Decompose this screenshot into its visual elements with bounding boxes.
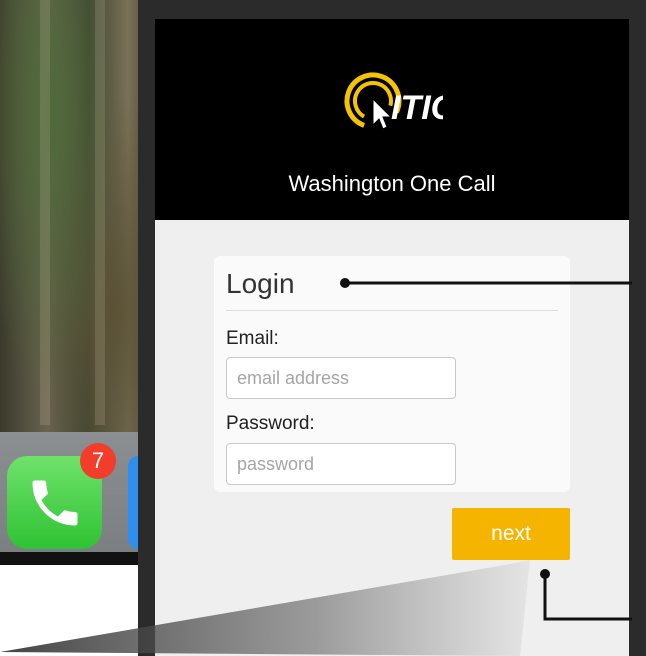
wallpaper-detail bbox=[95, 0, 105, 425]
itic-logo: ITIC bbox=[344, 72, 443, 130]
divider bbox=[226, 310, 558, 311]
password-label: Password: bbox=[226, 413, 315, 434]
app-header: ITIC Washington One Call bbox=[155, 19, 629, 220]
email-label: Email: bbox=[226, 328, 279, 349]
phone-handset-icon bbox=[32, 480, 77, 525]
next-button[interactable]: next bbox=[452, 508, 570, 560]
brand-name: Washington One Call bbox=[288, 171, 496, 196]
wallpaper-detail bbox=[40, 0, 50, 425]
login-title: Login bbox=[226, 268, 295, 299]
notification-badge: 7 bbox=[80, 443, 116, 479]
email-input[interactable] bbox=[226, 357, 456, 399]
app-screen: ITIC Washington One Call Login Email: Pa… bbox=[155, 19, 629, 656]
login-form: Login Email: Password: bbox=[214, 256, 570, 492]
phone-bezel bbox=[0, 552, 160, 565]
logo-text: ITIC bbox=[391, 89, 443, 127]
password-input[interactable] bbox=[226, 443, 456, 485]
